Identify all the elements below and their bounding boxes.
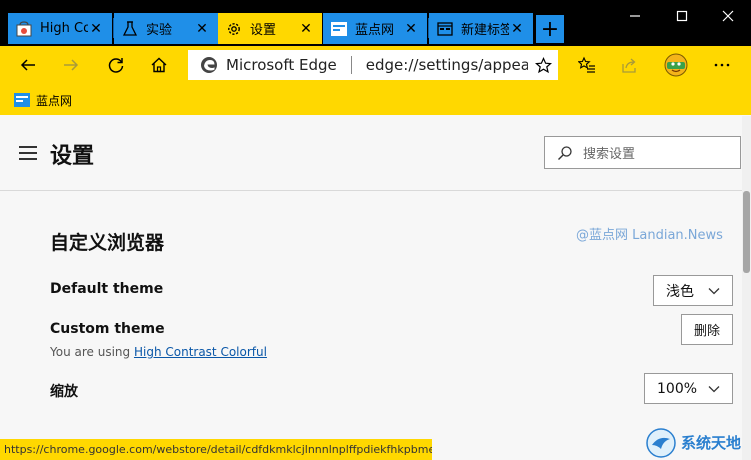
tab-landian[interactable]: 蓝点网 ✕ bbox=[323, 13, 427, 44]
minimize-button[interactable] bbox=[612, 4, 658, 28]
close-icon[interactable]: ✕ bbox=[194, 21, 210, 37]
favorite-item-landian[interactable]: 蓝点网 bbox=[14, 90, 72, 110]
share-button[interactable] bbox=[615, 50, 645, 80]
avatar-icon bbox=[664, 53, 688, 77]
close-icon[interactable]: ✕ bbox=[509, 21, 525, 37]
tab-experiments[interactable]: 实验 ✕ bbox=[114, 13, 218, 44]
dropdown-value: 浅色 bbox=[666, 283, 694, 300]
forward-button[interactable] bbox=[56, 50, 86, 80]
tab-title: 新建标签页 bbox=[461, 23, 509, 38]
close-icon[interactable]: ✕ bbox=[298, 21, 314, 37]
minimize-icon bbox=[630, 15, 640, 17]
tab-settings[interactable]: 设置 ✕ bbox=[218, 13, 322, 44]
back-button[interactable] bbox=[13, 50, 43, 80]
maximize-button[interactable] bbox=[659, 4, 705, 28]
home-button[interactable] bbox=[144, 50, 174, 80]
page-scrollbar[interactable] bbox=[742, 116, 751, 460]
newtab-page-icon bbox=[437, 21, 453, 36]
refresh-icon bbox=[108, 58, 124, 73]
landian-icon bbox=[14, 93, 30, 107]
favorites-bar: 蓝点网 bbox=[0, 84, 751, 115]
search-placeholder: 搜索设置 bbox=[583, 147, 636, 162]
flask-icon bbox=[122, 20, 138, 36]
settings-header: 设置 搜索设置 bbox=[0, 116, 742, 191]
custom-theme-label: Custom theme bbox=[50, 321, 165, 337]
close-icon[interactable]: ✕ bbox=[88, 21, 104, 37]
edge-logo-icon bbox=[201, 57, 217, 73]
watermark-text: @蓝点网 Landian.News bbox=[576, 228, 723, 243]
close-icon bbox=[722, 10, 734, 22]
favorites-list-icon bbox=[578, 56, 595, 73]
tab-new-tab[interactable]: 新建标签页 ✕ bbox=[429, 13, 533, 44]
refresh-button[interactable] bbox=[101, 50, 131, 80]
status-bar-url: https://chrome.google.com/webstore/detai… bbox=[0, 439, 432, 460]
default-theme-dropdown[interactable]: 浅色 bbox=[653, 275, 733, 306]
custom-theme-prefix: You are using bbox=[50, 345, 131, 359]
custom-theme-link[interactable]: High Contrast Colorful bbox=[134, 345, 267, 359]
tab-high-contrast[interactable]: High Contrast Colorful ✕ bbox=[8, 13, 112, 44]
gear-icon bbox=[228, 22, 240, 35]
brand-bird-icon bbox=[646, 427, 676, 458]
zoom-dropdown[interactable]: 100% bbox=[644, 373, 733, 404]
section-title: 自定义浏览器 bbox=[50, 232, 165, 254]
custom-theme-description: You are using High Contrast Colorful bbox=[50, 345, 267, 359]
arrow-right-icon bbox=[64, 59, 79, 71]
tab-title: High Contrast Colorful bbox=[40, 21, 88, 36]
more-dots-icon bbox=[714, 63, 730, 67]
toolbar: Microsoft Edge edge://settings/appearanc… bbox=[0, 46, 751, 84]
home-icon bbox=[151, 57, 167, 73]
more-menu-button[interactable] bbox=[707, 50, 737, 80]
window-close-button[interactable] bbox=[705, 4, 751, 28]
favorite-label: 蓝点网 bbox=[36, 93, 73, 108]
brand-text: 系统天地 bbox=[681, 434, 742, 452]
remove-theme-button[interactable]: 删除 bbox=[681, 314, 733, 345]
settings-search-input[interactable]: 搜索设置 bbox=[544, 136, 741, 169]
brand-logo: 系统天地 bbox=[645, 425, 751, 460]
share-icon bbox=[622, 58, 636, 73]
dropdown-value: 100% bbox=[657, 380, 698, 397]
address-url: edge://settings/appearance bbox=[365, 56, 528, 74]
favorites-button[interactable] bbox=[572, 50, 602, 80]
favorite-star-button[interactable] bbox=[528, 56, 558, 74]
search-icon bbox=[558, 145, 572, 160]
star-icon bbox=[534, 56, 552, 73]
address-separator bbox=[350, 56, 352, 74]
maximize-icon bbox=[676, 10, 688, 22]
zoom-label: 缩放 bbox=[50, 384, 78, 400]
scrollbar-thumb[interactable] bbox=[743, 191, 750, 273]
tab-title: 实验 bbox=[146, 23, 173, 38]
landian-icon bbox=[331, 21, 347, 36]
webstore-icon bbox=[16, 20, 32, 36]
chevron-down-icon bbox=[708, 287, 720, 294]
address-bar[interactable]: Microsoft Edge edge://settings/appearanc… bbox=[188, 50, 558, 80]
tab-title: 蓝点网 bbox=[355, 23, 395, 38]
tab-title: 设置 bbox=[250, 23, 277, 38]
menu-hamburger-icon[interactable] bbox=[19, 146, 37, 160]
address-site-label: Microsoft Edge bbox=[226, 56, 337, 74]
default-theme-label: Default theme bbox=[50, 281, 164, 297]
profile-avatar[interactable] bbox=[661, 50, 691, 80]
new-tab-button[interactable]: + bbox=[536, 15, 564, 43]
close-icon[interactable]: ✕ bbox=[403, 21, 419, 37]
tab-strip: High Contrast Colorful ✕ 实验 ✕ 设置 ✕ 蓝点网 ✕ bbox=[0, 0, 751, 46]
page-title: 设置 bbox=[50, 144, 95, 169]
settings-content: 自定义浏览器 @蓝点网 Landian.News Default theme 浅… bbox=[0, 192, 742, 460]
arrow-left-icon bbox=[20, 59, 35, 71]
chevron-down-icon bbox=[708, 385, 720, 392]
